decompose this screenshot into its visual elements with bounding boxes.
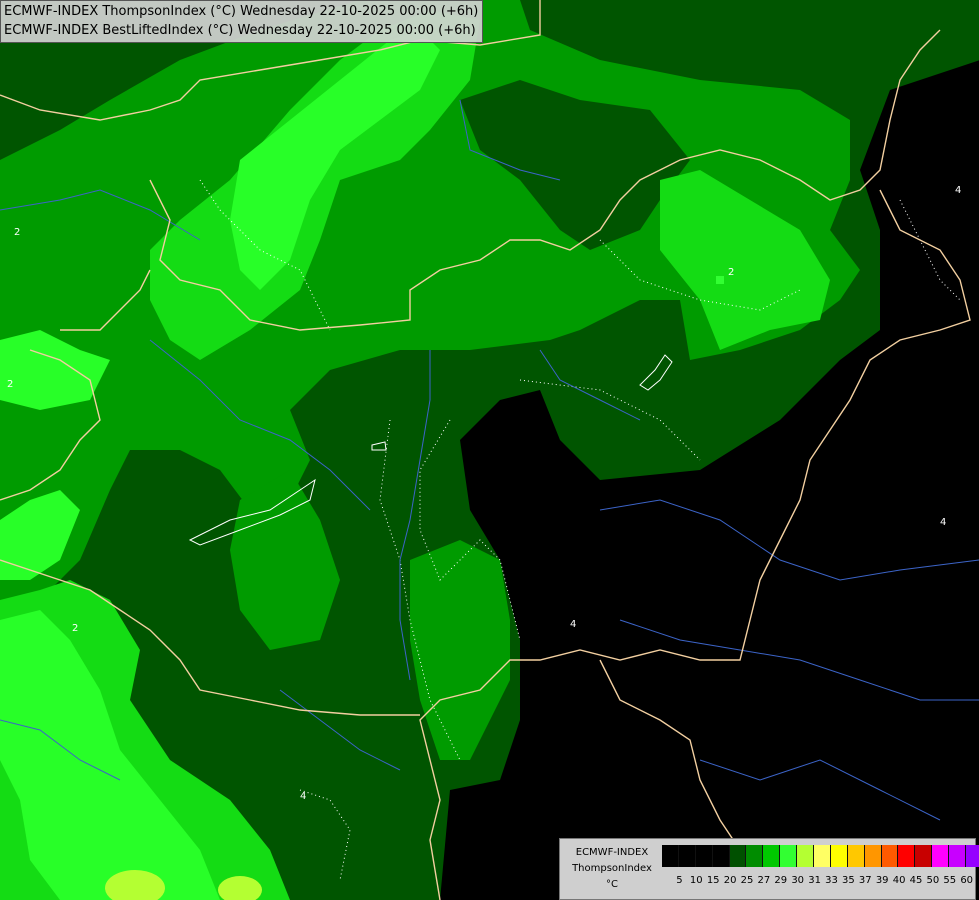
weather-map bbox=[0, 0, 979, 900]
contour-label: 2 bbox=[728, 267, 735, 278]
legend-swatch bbox=[949, 845, 967, 867]
map-title-line-1: ECMWF-INDEX ThompsonIndex (°C) Wednesday… bbox=[4, 4, 479, 19]
legend-swatch bbox=[729, 845, 747, 867]
contour-label: 2 bbox=[72, 623, 79, 634]
legend-swatch bbox=[678, 845, 696, 867]
legend-swatch bbox=[780, 845, 798, 867]
legend-subtitle: ThompsonIndex bbox=[572, 863, 652, 874]
legend-swatch bbox=[932, 845, 950, 867]
contour-label: 4 bbox=[570, 619, 577, 630]
legend-tick-label: 31 bbox=[808, 875, 821, 886]
color-legend: ECMWF-INDEX ThompsonIndex °C 5 10 15 20 25 27… bbox=[559, 838, 979, 900]
legend-swatch bbox=[966, 845, 979, 867]
legend-swatch bbox=[763, 845, 781, 867]
legend-tick-label: 45 bbox=[909, 875, 923, 886]
legend-tick-label: 39 bbox=[875, 875, 889, 886]
legend-tick-label: 40 bbox=[892, 875, 906, 886]
legend-tick-label: 50 bbox=[926, 875, 940, 886]
legend-tick-label: 30 bbox=[791, 875, 805, 886]
legend-tick-label: 35 bbox=[842, 875, 855, 886]
contour-label: 4 bbox=[955, 185, 962, 196]
legend-tick-label: 55 bbox=[943, 875, 957, 886]
legend-unit: °C bbox=[606, 879, 618, 890]
map-marker bbox=[716, 276, 724, 284]
map-title-box: ECMWF-INDEX ThompsonIndex (°C) Wednesday… bbox=[0, 0, 484, 43]
legend-swatch bbox=[662, 845, 679, 867]
contour-label: 2 bbox=[14, 227, 21, 238]
contour-label: 4 bbox=[300, 791, 307, 802]
legend-title: ECMWF-INDEX bbox=[575, 847, 649, 858]
legend-tick-label: 5 bbox=[676, 875, 683, 886]
legend-tick-label: 15 bbox=[706, 875, 720, 886]
legend-swatch bbox=[915, 845, 933, 867]
legend-swatch bbox=[830, 845, 848, 867]
legend-swatch bbox=[814, 845, 831, 867]
legend-tick-label: 20 bbox=[723, 875, 737, 886]
contour-label: 4 bbox=[940, 517, 947, 528]
legend-tick-label: 27 bbox=[757, 875, 771, 886]
legend-swatch bbox=[746, 845, 764, 867]
legend-tick-label: 29 bbox=[774, 875, 788, 886]
legend-swatch bbox=[797, 845, 815, 867]
legend-tick-label: 10 bbox=[689, 875, 703, 886]
legend-swatch bbox=[695, 845, 713, 867]
legend-tick-label: 33 bbox=[825, 875, 838, 886]
legend-swatch bbox=[864, 845, 882, 867]
legend-swatch bbox=[881, 845, 899, 867]
legend-swatch bbox=[847, 845, 865, 867]
legend-swatch bbox=[712, 845, 730, 867]
legend-tick-label: 25 bbox=[740, 875, 754, 886]
contour-label: 2 bbox=[7, 379, 14, 390]
map-title-line-2: ECMWF-INDEX BestLiftedIndex (°C) Wednesd… bbox=[4, 23, 476, 38]
legend-color-bar bbox=[662, 845, 979, 867]
legend-swatch bbox=[898, 845, 916, 867]
legend-tick-label: 60 bbox=[960, 875, 974, 886]
legend-tick-label: 37 bbox=[858, 875, 872, 886]
